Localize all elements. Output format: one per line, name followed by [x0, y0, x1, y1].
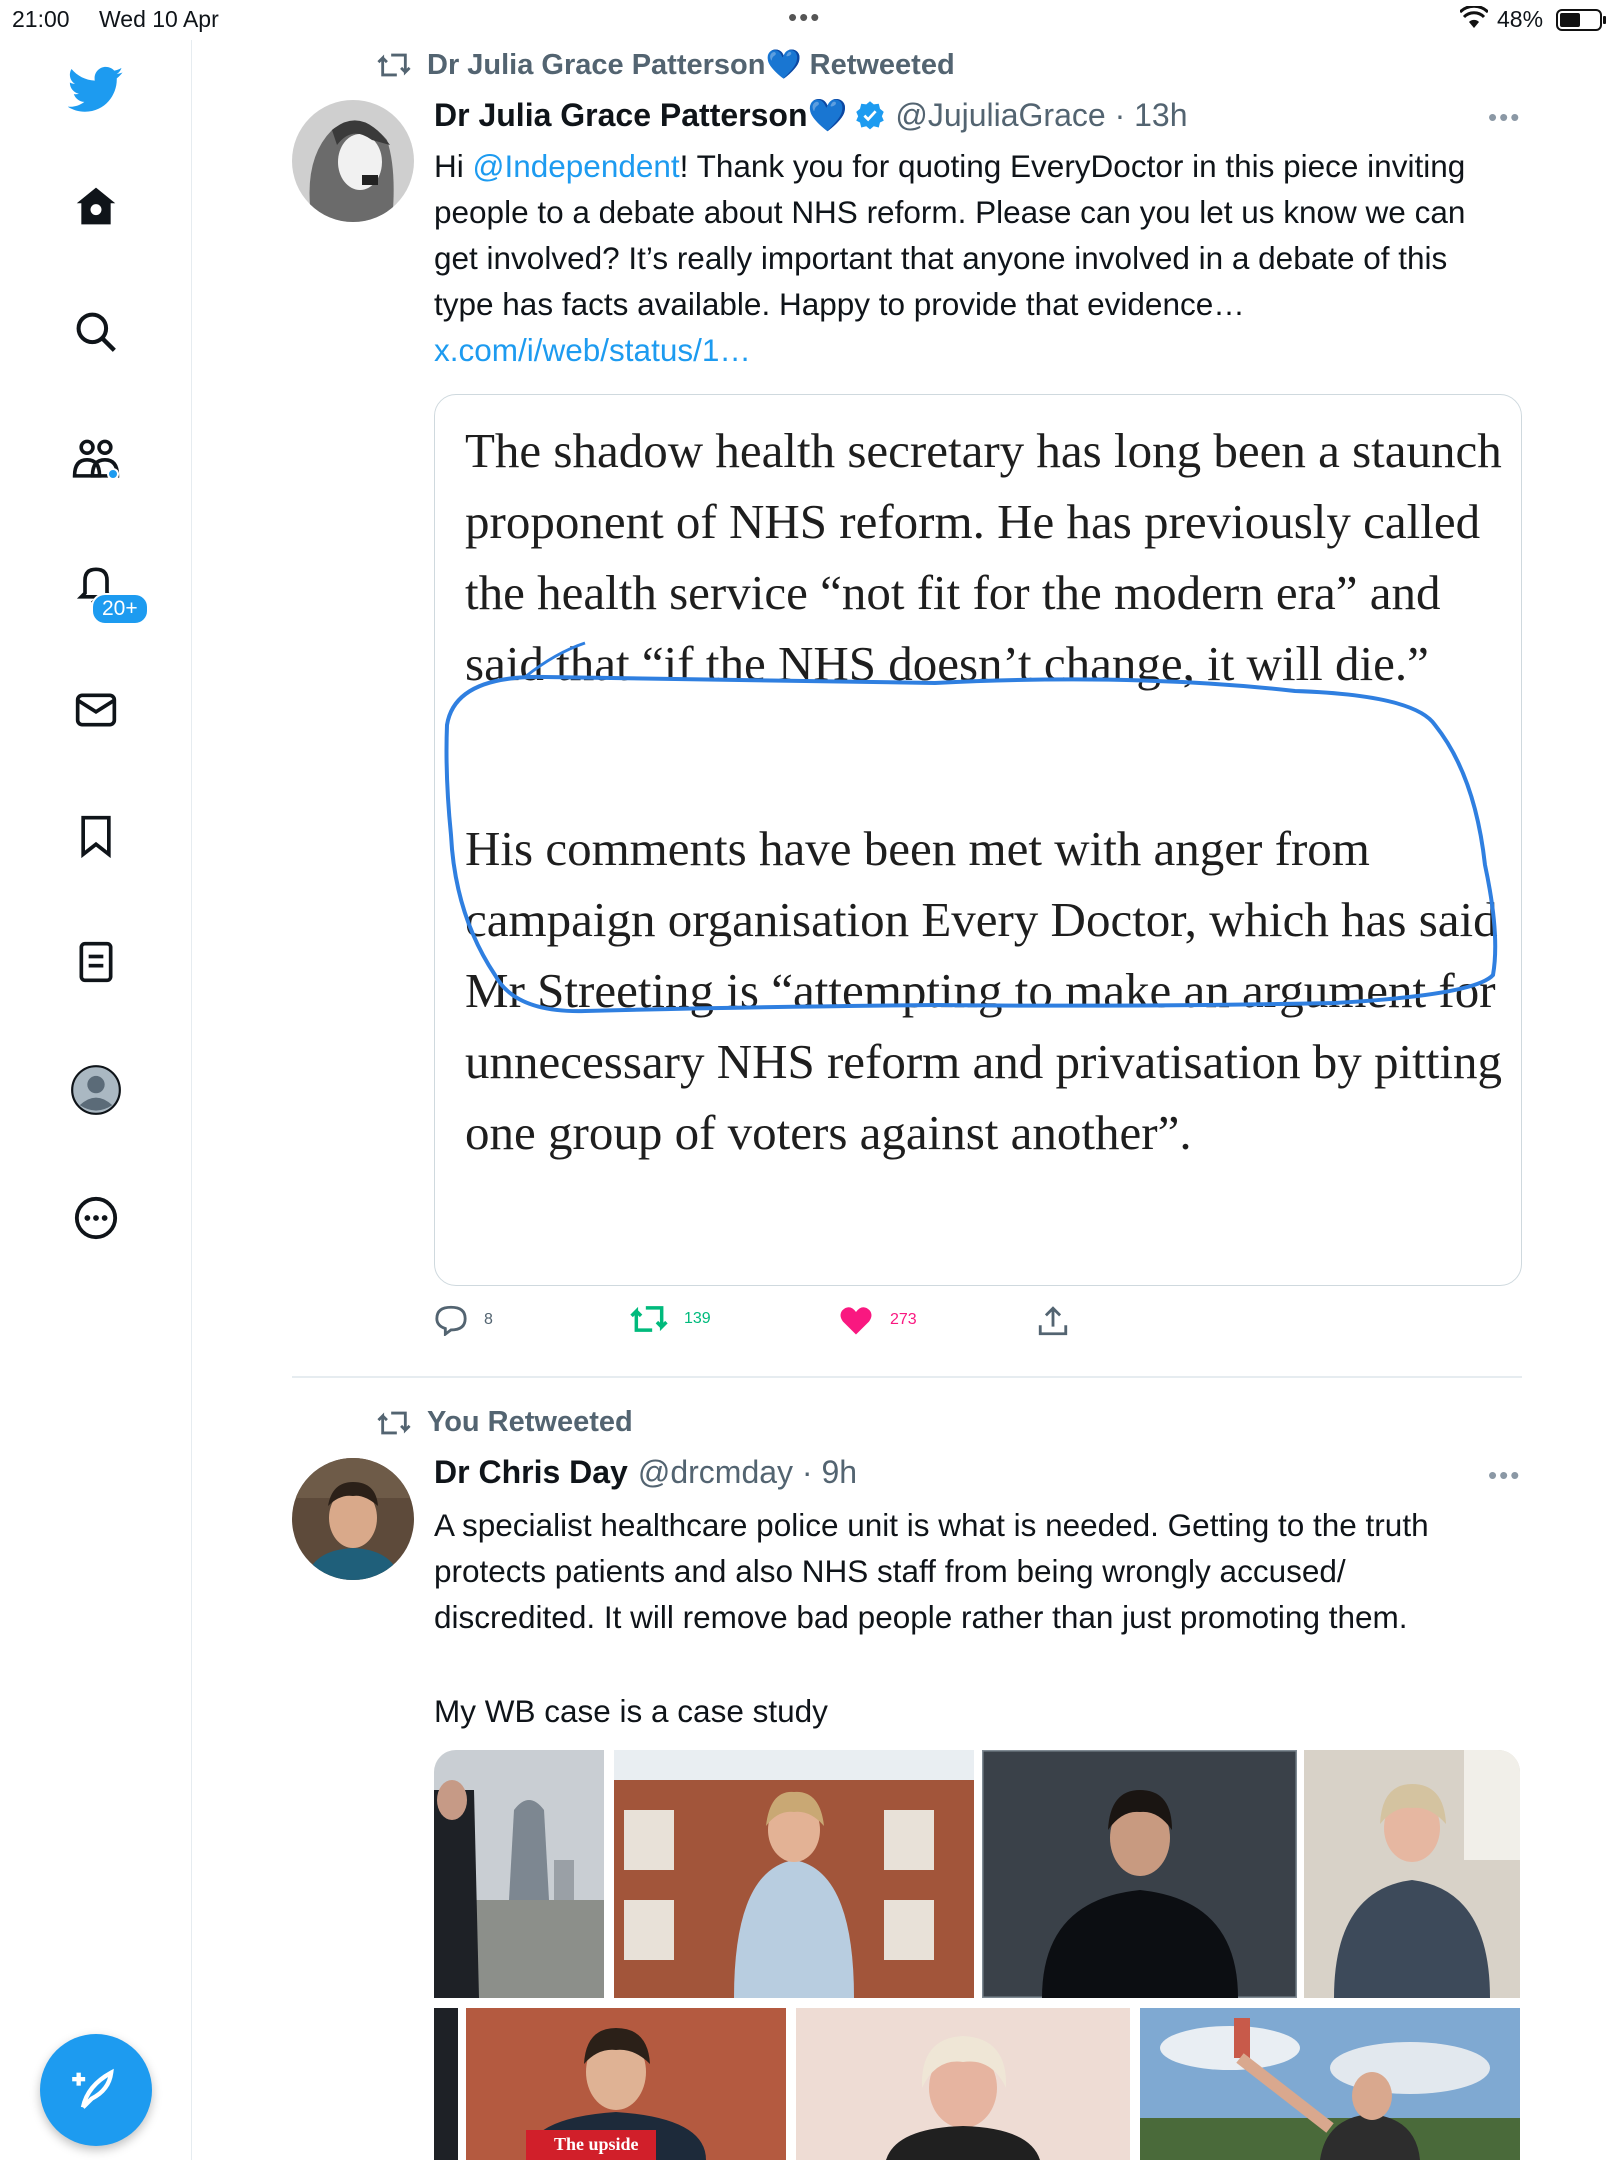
- author-name[interactable]: Dr Julia Grace Patterson💙: [434, 96, 847, 134]
- media-photo-blonde-woman[interactable]: [796, 2008, 1130, 2160]
- tweet-more-button[interactable]: •••: [1488, 102, 1521, 133]
- author-handle-time[interactable]: @JujuliaGrace · 13h: [895, 97, 1187, 134]
- profile-avatar-icon[interactable]: [66, 1060, 126, 1120]
- feather-plus-icon: [72, 2068, 114, 2109]
- media-photo-city[interactable]: [434, 1750, 604, 1998]
- reply-bubble-icon: [435, 1305, 467, 1336]
- compose-tweet-button[interactable]: [40, 2034, 152, 2146]
- tweet-text-2: My WB case is a case study: [434, 1693, 828, 1729]
- media-photo-man-raising-glass[interactable]: [1140, 2008, 1520, 2160]
- like-button[interactable]: 273: [838, 1304, 917, 1336]
- home-icon[interactable]: [66, 176, 126, 236]
- tweet-text: A specialist healthcare police unit is w…: [434, 1507, 1429, 1635]
- retweet-count: 139: [684, 1310, 711, 1327]
- retweet-context: Dr Julia Grace Patterson💙 Retweeted: [377, 48, 955, 82]
- avatar[interactable]: [292, 1458, 414, 1580]
- share-button[interactable]: [1036, 1304, 1070, 1338]
- author-name[interactable]: Dr Chris Day: [434, 1454, 628, 1491]
- media-photo-edge[interactable]: [434, 2008, 458, 2160]
- search-icon[interactable]: [66, 302, 126, 362]
- like-count: 273: [890, 1311, 917, 1328]
- media-photo-older-woman[interactable]: [1304, 1750, 1520, 1998]
- messages-envelope-icon[interactable]: [66, 680, 126, 740]
- status-bar: 21:00 Wed 10 Apr ••• 48%: [0, 0, 1620, 40]
- communities-icon[interactable]: [66, 428, 126, 488]
- retweet-small-icon: [377, 53, 411, 77]
- retweet-icon: [630, 1306, 668, 1332]
- sidebar: 20+: [0, 40, 192, 2160]
- quoted-image-card[interactable]: The shadow health secretary has long bee…: [434, 394, 1522, 1286]
- mention-link[interactable]: @Independent: [473, 148, 680, 184]
- tweet-header: Dr Julia Grace Patterson💙 @JujuliaGrace …: [434, 96, 1188, 134]
- tweet-divider: [292, 1376, 1522, 1378]
- status-date: Wed 10 Apr: [99, 6, 219, 32]
- reply-count: 8: [484, 1311, 493, 1328]
- retweet-context-label: You Retweeted: [427, 1406, 633, 1438]
- share-upload-icon: [1038, 1306, 1068, 1336]
- bookmark-icon[interactable]: [66, 806, 126, 866]
- tweet-more-button[interactable]: •••: [1488, 1460, 1521, 1491]
- verified-badge-icon: [856, 101, 885, 130]
- media-photo-chris-day[interactable]: The upside: [466, 2008, 786, 2160]
- status-time: 21:00: [12, 6, 70, 32]
- author-handle-time[interactable]: @drcmday · 9h: [638, 1454, 857, 1491]
- twitter-logo-icon[interactable]: [66, 60, 126, 120]
- retweet-small-icon: [377, 1411, 411, 1434]
- retweet-context: You Retweeted: [377, 1406, 633, 1439]
- wifi-icon: [1458, 4, 1490, 36]
- media-photo-woman-brick[interactable]: [614, 1750, 974, 1998]
- tweet-text: Hi @Independent! Thank you for quoting E…: [434, 143, 1514, 373]
- tweet-text-part: Hi: [434, 148, 473, 184]
- hand-drawn-highlight-circle: [444, 641, 1498, 1014]
- heart-filled-icon: [840, 1307, 872, 1335]
- media-photo-young-man[interactable]: [982, 1750, 1297, 1998]
- media-caption: The upside: [554, 2134, 639, 2154]
- more-circle-icon[interactable]: [66, 1188, 126, 1248]
- avatar[interactable]: [292, 100, 414, 222]
- retweet-button[interactable]: 139: [630, 1304, 711, 1334]
- media-grid[interactable]: The upside: [434, 1750, 1520, 2160]
- battery-icon: [1556, 9, 1606, 31]
- lists-icon[interactable]: [66, 932, 126, 992]
- tweet-header: Dr Chris Day @drcmday · 9h: [434, 1454, 857, 1491]
- reply-button[interactable]: 8: [434, 1304, 493, 1336]
- notifications-badge: 20+: [91, 593, 149, 625]
- retweet-context-label: Dr Julia Grace Patterson💙 Retweeted: [427, 49, 955, 81]
- battery-percent: 48%: [1497, 6, 1544, 32]
- multitasking-dots[interactable]: •••: [788, 2, 821, 33]
- status-link[interactable]: x.com/i/web/status/1…: [434, 332, 751, 368]
- communities-dot: [107, 468, 119, 480]
